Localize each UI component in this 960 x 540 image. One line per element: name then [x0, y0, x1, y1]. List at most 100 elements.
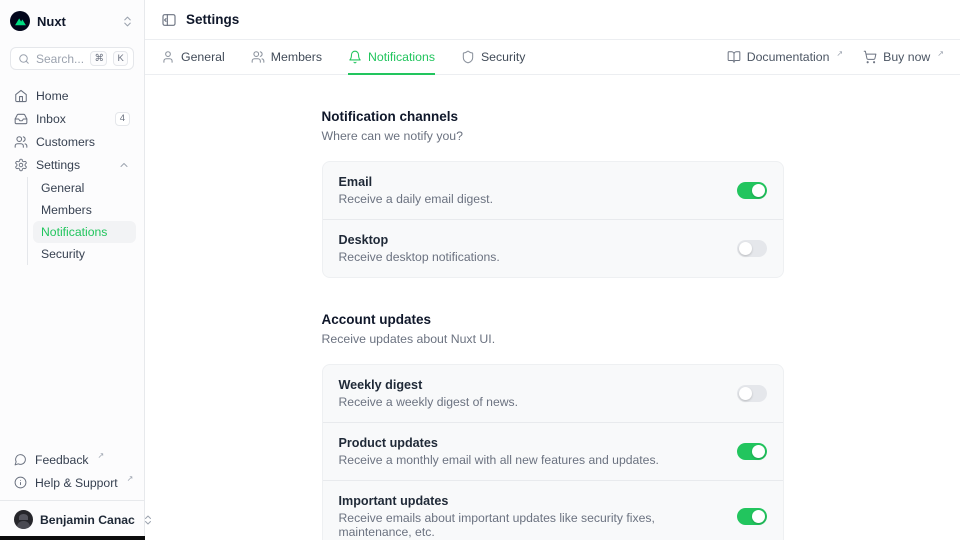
main-panel: Settings General Members: [145, 0, 960, 540]
tab-label: Members: [271, 50, 322, 64]
sidebar-item-label: Customers: [36, 135, 130, 149]
sidebar-item-customers[interactable]: Customers: [8, 130, 136, 153]
sidebar-item-label: Feedback: [35, 453, 89, 467]
sidebar-item-help-support[interactable]: Help & Support ↗: [8, 471, 136, 494]
sidebar-footer-nav: Feedback ↗ Help & Support ↗: [0, 448, 144, 500]
app-window: Nuxt Search... ⌘ K Home: [0, 0, 960, 540]
setting-row-product-updates: Product updates Receive a monthly email …: [323, 422, 783, 480]
setting-row-weekly-digest: Weekly digest Receive a weekly digest of…: [323, 365, 783, 422]
setting-description: Receive a daily email digest.: [339, 192, 717, 206]
section-account-updates: Account updates Receive updates about Nu…: [322, 312, 784, 540]
sidebar-item-inbox[interactable]: Inbox 4: [8, 107, 136, 130]
shield-icon: [461, 50, 475, 64]
external-link-icon: ↗: [836, 49, 843, 58]
chevron-up-icon: [118, 159, 130, 171]
sidebar-collapse-icon[interactable]: [161, 12, 177, 28]
tab-security[interactable]: Security: [461, 40, 525, 75]
setting-description: Receive desktop notifications.: [339, 250, 717, 264]
user-menu-button[interactable]: Benjamin Canac: [8, 507, 136, 532]
settings-content: Notification channels Where can we notif…: [145, 75, 960, 540]
sidebar-item-label: Help & Support: [35, 476, 118, 490]
cart-icon: [863, 50, 877, 64]
weekly-digest-toggle[interactable]: [737, 385, 767, 402]
book-icon: [727, 50, 741, 64]
external-link-icon: ↗: [98, 451, 105, 460]
sidebar-item-notifications[interactable]: Notifications: [33, 221, 136, 243]
sidebar-item-general[interactable]: General: [33, 177, 136, 199]
setting-description: Receive emails about important updates l…: [339, 511, 717, 539]
home-icon: [14, 89, 28, 103]
tab-notifications[interactable]: Notifications: [348, 40, 435, 75]
section-title: Notification channels: [322, 109, 784, 124]
gear-icon: [14, 158, 28, 172]
section-subtitle: Receive updates about Nuxt UI.: [322, 332, 784, 346]
tab-members[interactable]: Members: [251, 40, 322, 75]
tab-label: Security: [481, 50, 525, 64]
important-updates-toggle[interactable]: [737, 508, 767, 525]
sidebar-item-feedback[interactable]: Feedback ↗: [8, 448, 136, 471]
setting-description: Receive a weekly digest of news.: [339, 395, 717, 409]
product-updates-toggle[interactable]: [737, 443, 767, 460]
tabs: General Members Notifications: [161, 40, 525, 74]
buy-now-link[interactable]: Buy now ↗: [863, 50, 944, 64]
link-label: Buy now: [883, 50, 930, 64]
settings-tabbar: General Members Notifications: [145, 40, 960, 75]
external-link-icon: ↗: [937, 49, 944, 58]
bell-icon: [348, 50, 362, 64]
settings-card: Email Receive a daily email digest. Desk…: [322, 161, 784, 278]
info-circle-icon: [14, 476, 27, 489]
user-icon: [161, 50, 175, 64]
settings-card: Weekly digest Receive a weekly digest of…: [322, 364, 784, 540]
sidebar: Nuxt Search... ⌘ K Home: [0, 0, 145, 540]
sidebar-item-security[interactable]: Security: [33, 243, 136, 265]
page-title: Settings: [186, 12, 239, 27]
inbox-icon: [14, 112, 28, 126]
sidebar-item-members[interactable]: Members: [33, 199, 136, 221]
sidebar-item-settings[interactable]: Settings: [8, 153, 136, 176]
user-name: Benjamin Canac: [40, 513, 135, 527]
setting-row-important-updates: Important updates Receive emails about i…: [323, 480, 783, 540]
user-avatar: [14, 510, 33, 529]
workspace-name: Nuxt: [37, 14, 114, 29]
link-label: Documentation: [747, 50, 830, 64]
sidebar-user-section: Benjamin Canac: [0, 500, 144, 540]
section-title: Account updates: [322, 312, 784, 327]
documentation-link[interactable]: Documentation ↗: [727, 50, 843, 64]
sidebar-item-label: Settings: [36, 158, 110, 172]
kbd-meta: ⌘: [90, 51, 107, 66]
setting-row-email: Email Receive a daily email digest.: [323, 162, 783, 219]
setting-title: Desktop: [339, 233, 717, 247]
kbd-k: K: [113, 51, 128, 66]
setting-title: Email: [339, 175, 717, 189]
search-icon: [18, 53, 30, 65]
desktop-toggle[interactable]: [737, 240, 767, 257]
chevrons-up-down-icon: [121, 15, 134, 28]
settings-subnav: General Members Notifications Security: [27, 177, 136, 265]
sidebar-nav: Home Inbox 4 Customers Settings: [0, 74, 144, 265]
workspace-switcher[interactable]: Nuxt: [0, 0, 144, 39]
setting-title: Product updates: [339, 436, 717, 450]
tab-general[interactable]: General: [161, 40, 225, 75]
page-header: Settings: [145, 0, 960, 40]
nuxt-logo-icon: [10, 11, 30, 31]
tab-label: General: [181, 50, 225, 64]
setting-description: Receive a monthly email with all new fea…: [339, 453, 717, 467]
section-subtitle: Where can we notify you?: [322, 129, 784, 143]
search-placeholder: Search...: [36, 52, 84, 66]
users-icon: [251, 50, 265, 64]
sidebar-item-label: Inbox: [36, 112, 107, 126]
tabbar-spacer: [525, 40, 726, 74]
setting-title: Important updates: [339, 494, 717, 508]
email-toggle[interactable]: [737, 182, 767, 199]
chevrons-up-down-icon: [142, 514, 154, 526]
chat-bubble-icon: [14, 453, 27, 466]
tab-label: Notifications: [368, 50, 435, 64]
external-link-icon: ↗: [127, 474, 134, 483]
sidebar-item-home[interactable]: Home: [8, 84, 136, 107]
inbox-count-badge: 4: [115, 112, 130, 126]
header-links: Documentation ↗ Buy now ↗: [727, 40, 944, 74]
search-input[interactable]: Search... ⌘ K: [10, 47, 134, 70]
users-icon: [14, 135, 28, 149]
section-notification-channels: Notification channels Where can we notif…: [322, 109, 784, 278]
bottom-strip: [0, 536, 145, 540]
